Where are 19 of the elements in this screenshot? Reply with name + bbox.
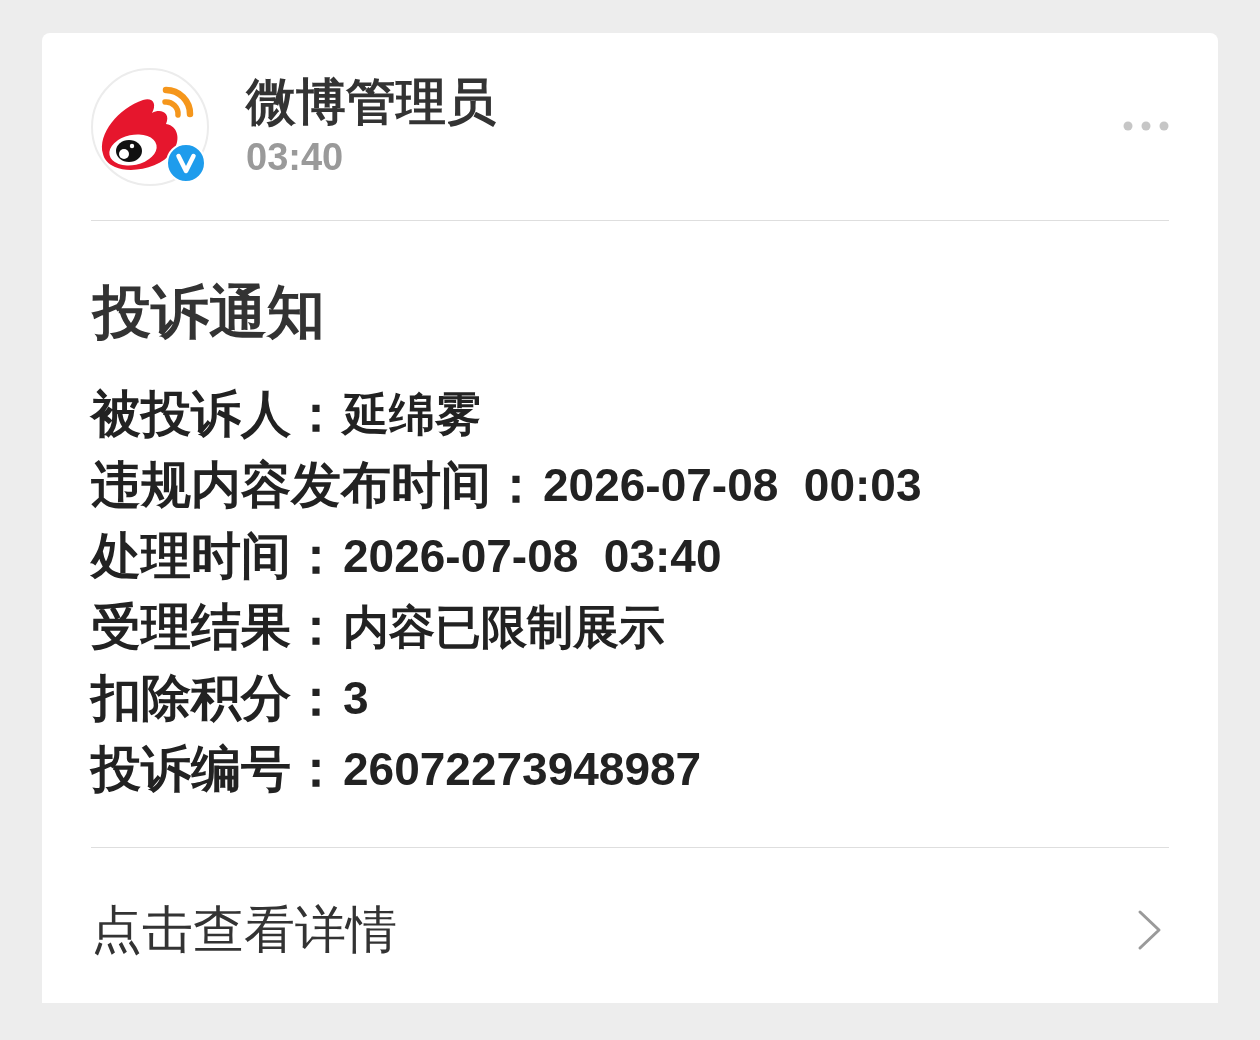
message-time: 03:40: [246, 135, 345, 180]
field-value: 2026-07-08 03:40: [343, 529, 722, 584]
field-value: 延绵雾: [343, 387, 481, 442]
view-details-link[interactable]: 点击查看详情: [91, 894, 397, 965]
notice-title: 投诉通知: [93, 278, 326, 346]
chevron-right-icon[interactable]: [1137, 908, 1163, 951]
field-value: 内容已限制展示: [343, 600, 665, 655]
field-label: 被投诉人：: [91, 385, 341, 444]
field-value: 2026-07-08 00:03: [543, 458, 922, 513]
field-value: 26072273948987: [343, 742, 702, 797]
field-label: 扣除积分：: [91, 669, 341, 728]
field-label: 受理结果：: [91, 598, 341, 657]
logo-icon: [91, 68, 209, 186]
more-icon[interactable]: [1123, 121, 1169, 131]
field-label: 处理时间：: [91, 527, 341, 586]
field-label: 投诉编号：: [91, 740, 341, 799]
field-label: 违规内容发布时间：: [91, 456, 541, 515]
sender-name: 微博管理员: [246, 73, 497, 132]
field-value: 3: [343, 671, 369, 726]
